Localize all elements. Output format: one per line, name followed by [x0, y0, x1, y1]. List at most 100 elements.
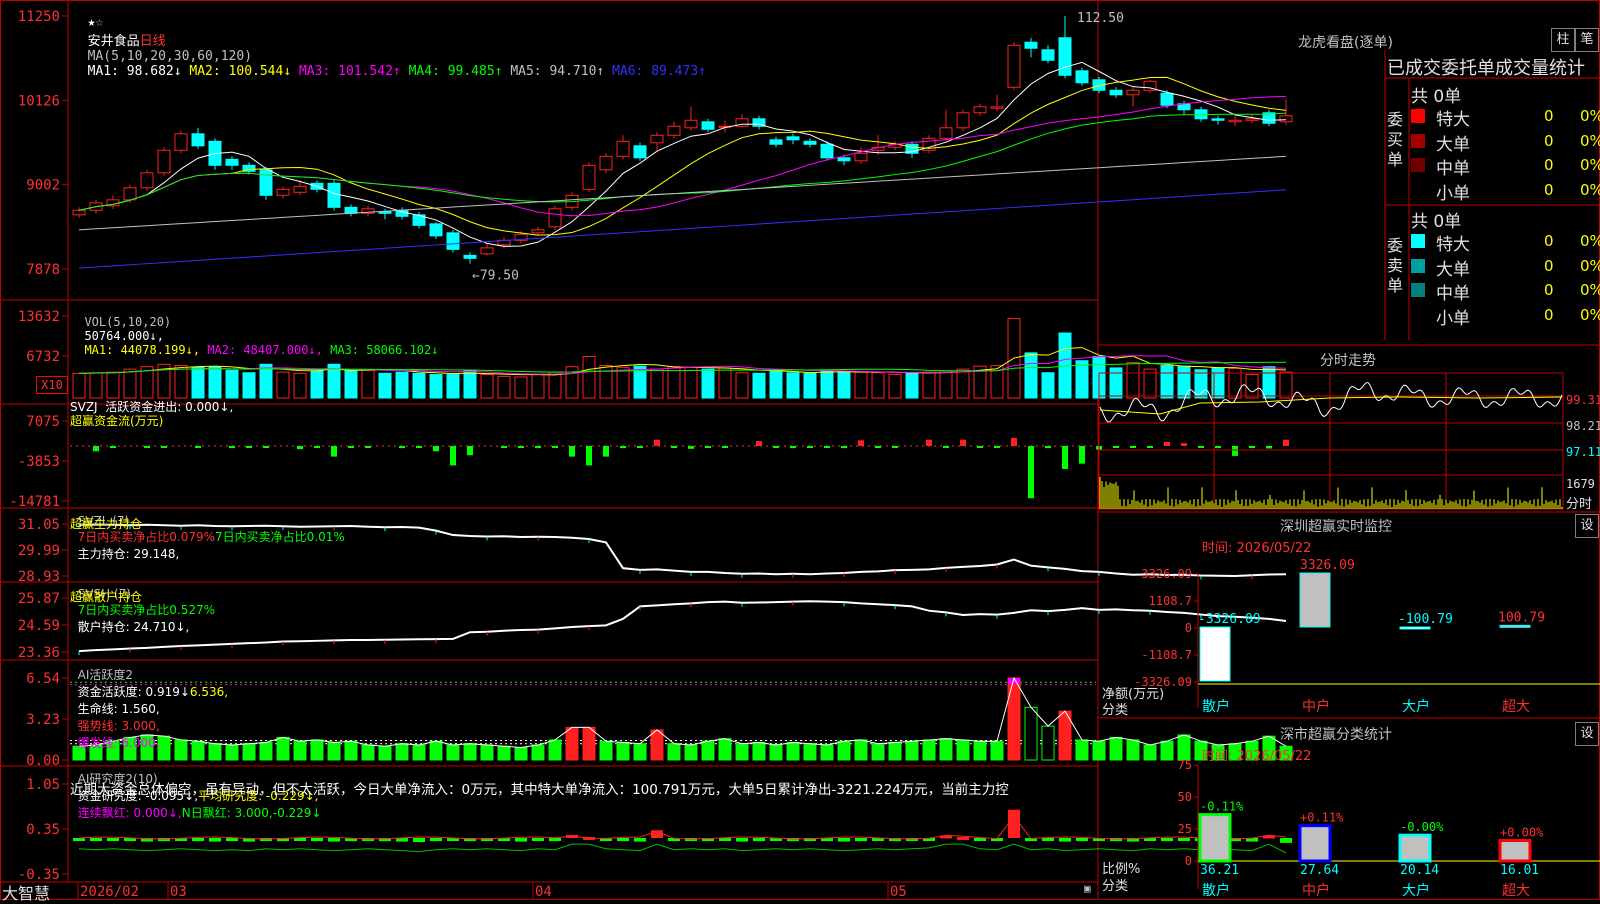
activity-bar[interactable]	[888, 741, 902, 761]
candle-body[interactable]	[684, 119, 698, 129]
activity-bar[interactable]	[446, 744, 460, 761]
fund-flow-bar[interactable]	[1215, 446, 1221, 449]
activity-bar[interactable]	[803, 743, 817, 761]
research-bar[interactable]	[974, 838, 986, 841]
volume-bar[interactable]	[225, 369, 239, 399]
activity-bar[interactable]	[412, 744, 426, 761]
activity-bar[interactable]	[718, 738, 732, 761]
volume-bar[interactable]	[871, 372, 885, 399]
candle-body[interactable]	[191, 133, 205, 147]
volume-bar[interactable]	[752, 372, 766, 399]
volume-bar[interactable]	[837, 371, 851, 399]
activity-bar[interactable]	[905, 740, 919, 761]
fund-flow-bar[interactable]	[263, 446, 269, 448]
fund-flow-bar[interactable]	[586, 446, 592, 466]
research-bar[interactable]	[294, 838, 306, 841]
volume-bar[interactable]	[820, 369, 834, 399]
fund-flow-bar[interactable]	[1028, 446, 1034, 499]
activity-bar[interactable]	[565, 726, 579, 761]
activity-bar[interactable]	[701, 740, 715, 761]
volume-bar[interactable]	[1279, 371, 1293, 399]
research-bar[interactable]	[413, 838, 425, 843]
volume-bar[interactable]	[1075, 360, 1089, 399]
activity-bar[interactable]	[429, 740, 443, 761]
volume-bar[interactable]	[1160, 365, 1174, 399]
activity-bar[interactable]	[361, 744, 375, 761]
volume-bar[interactable]	[803, 372, 817, 399]
volume-bar[interactable]	[735, 372, 749, 399]
fund-flow-bar[interactable]	[450, 446, 456, 466]
fund-flow-bar[interactable]	[416, 446, 422, 448]
activity-bar[interactable]	[837, 740, 851, 761]
fund-flow-bar[interactable]	[1045, 446, 1051, 449]
activity-bar[interactable]	[378, 745, 392, 761]
activity-bar[interactable]	[973, 740, 987, 761]
activity-bar[interactable]	[497, 745, 511, 761]
fund-flow-bar[interactable]	[552, 446, 558, 448]
volume-bar[interactable]	[123, 368, 137, 399]
period-label[interactable]: 日线	[140, 34, 166, 49]
fund-flow-bar[interactable]	[858, 440, 864, 446]
volume-bar[interactable]	[463, 370, 477, 399]
fund-flow-bar[interactable]	[1266, 446, 1272, 449]
candle-body[interactable]	[786, 136, 800, 141]
fund-flow-bar[interactable]	[926, 439, 932, 446]
activity-bar[interactable]	[582, 726, 596, 761]
candle-body[interactable]	[140, 172, 154, 189]
candle-body[interactable]	[854, 152, 868, 162]
volume-bar[interactable]	[72, 372, 86, 399]
candle-body[interactable]	[463, 254, 477, 259]
research-bar[interactable]	[1280, 838, 1292, 843]
candle-body[interactable]	[837, 157, 851, 162]
research-bar[interactable]	[1059, 838, 1071, 842]
sz-class-bar[interactable]	[1398, 833, 1432, 863]
activity-bar[interactable]	[1075, 739, 1089, 761]
research-bar[interactable]	[1042, 838, 1054, 841]
bar-view-button[interactable]: 柱	[1551, 28, 1575, 52]
activity-bar[interactable]	[956, 739, 970, 761]
fund-flow-bar[interactable]	[1232, 446, 1238, 456]
volume-bar[interactable]	[1024, 352, 1038, 399]
tick-view-button[interactable]: 笔	[1575, 28, 1599, 52]
sz-monitor-settings-button[interactable]: 设	[1575, 514, 1599, 538]
activity-bar[interactable]	[1109, 736, 1123, 761]
favorite-icon[interactable]: ☆	[95, 15, 103, 30]
volume-bar[interactable]	[956, 368, 970, 399]
sz-monitor-bar[interactable]	[1399, 626, 1431, 630]
candle-body[interactable]	[820, 143, 834, 159]
fund-flow-bar[interactable]	[756, 441, 762, 446]
volume-bar[interactable]	[684, 366, 698, 399]
volume-bar[interactable]	[514, 376, 528, 399]
fund-flow-bar[interactable]	[110, 446, 116, 448]
candle-body[interactable]	[429, 223, 443, 237]
activity-bar[interactable]	[1160, 740, 1174, 761]
volume-bar[interactable]	[106, 371, 120, 399]
fund-flow-bar[interactable]	[977, 446, 983, 448]
fund-flow-bar[interactable]	[297, 446, 303, 450]
activity-bar[interactable]	[1007, 677, 1021, 761]
volume-bar[interactable]	[361, 369, 375, 399]
candle-body[interactable]	[157, 149, 171, 174]
candle-body[interactable]	[395, 209, 409, 217]
fund-flow-bar[interactable]	[1249, 446, 1255, 449]
activity-bar[interactable]	[752, 741, 766, 761]
fund-flow-bar[interactable]	[688, 446, 694, 449]
activity-bar[interactable]	[990, 740, 1004, 761]
stock-name[interactable]: 安井食品	[88, 34, 140, 49]
candle-body[interactable]	[582, 164, 596, 190]
fund-flow-bar[interactable]	[314, 446, 320, 448]
fund-flow-bar[interactable]	[535, 446, 541, 449]
brand-label[interactable]: 大智慧	[2, 880, 50, 904]
fund-flow-bar[interactable]	[773, 446, 779, 448]
research-bar[interactable]	[73, 838, 85, 841]
volume-bar[interactable]	[531, 374, 545, 399]
candle-body[interactable]	[1075, 70, 1089, 84]
candle-body[interactable]	[1126, 89, 1140, 96]
candle-body[interactable]	[1279, 115, 1293, 123]
candle-body[interactable]	[939, 127, 953, 139]
activity-bar[interactable]	[735, 743, 749, 761]
volume-bar[interactable]	[922, 371, 936, 399]
fund-flow-bar[interactable]	[348, 446, 354, 448]
candle-body[interactable]	[225, 158, 239, 166]
research-bar[interactable]	[209, 838, 221, 842]
